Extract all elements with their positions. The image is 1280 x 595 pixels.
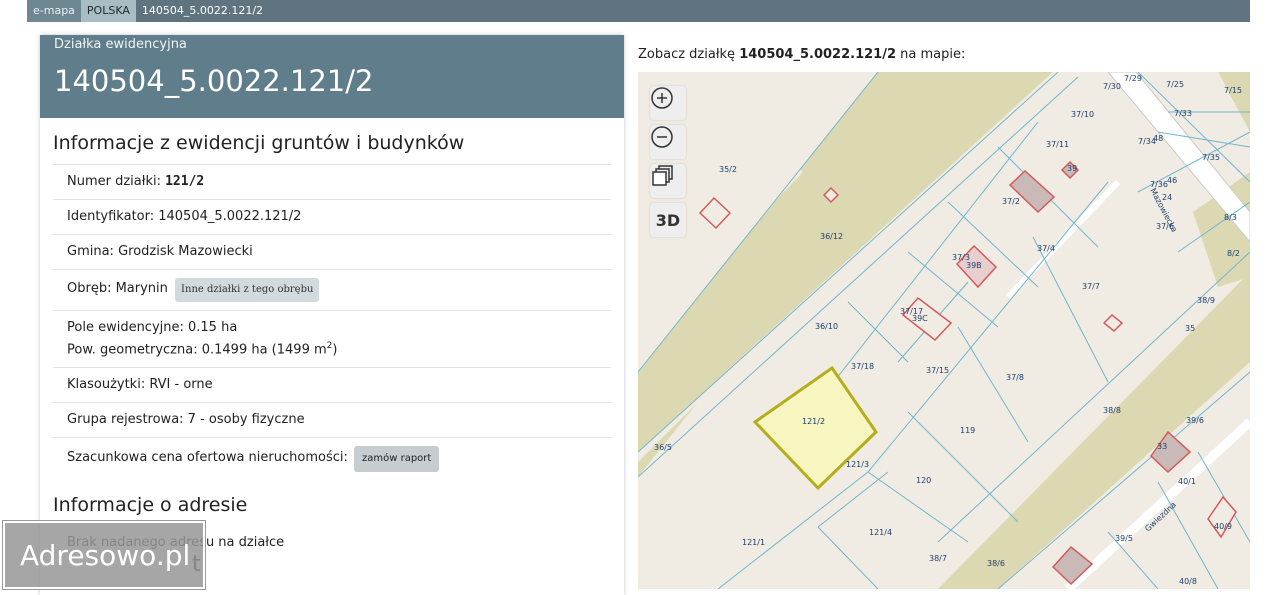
page-title: 140504_5.0022.121/2	[54, 64, 374, 98]
zoom-in-button[interactable]	[650, 86, 686, 120]
map-label: 7/15	[1224, 86, 1242, 95]
pole-text: Pole ewidencyjne: 0.15 ha	[67, 320, 238, 335]
map-label: 121/3	[846, 460, 869, 469]
map-label: 37/8	[1006, 373, 1024, 382]
map-label: 37/4	[1037, 244, 1055, 253]
map-label: 35	[1185, 324, 1195, 333]
map-caption: Zobacz działkę 140504_5.0022.121/2 na ma…	[638, 47, 965, 62]
cena-label: Szacunkowa cena ofertowa nieruchomości:	[67, 450, 348, 466]
section-title-adres: Informacje o adresie	[53, 494, 248, 517]
layers-icon	[652, 165, 673, 186]
breadcrumb-polska[interactable]: POLSKA	[80, 0, 136, 22]
map-caption-id: 140504_5.0022.121/2	[739, 47, 897, 62]
map-label: 8/3	[1224, 213, 1237, 222]
order-report-button[interactable]: zamów raport	[354, 446, 440, 473]
numer-value: 121/2	[165, 174, 205, 189]
map-label: 40/9	[1214, 522, 1232, 531]
row-klasouzytki: Klasoużytki: RVI - orne	[53, 367, 611, 402]
panel-header-subtitle: Działka ewidencyjna	[54, 37, 187, 52]
zoom-out-icon	[651, 126, 673, 148]
map-label: 35/2	[719, 165, 737, 174]
other-parcels-button[interactable]: Inne działki z tego obrębu	[175, 278, 320, 302]
map-label: 48	[1153, 134, 1163, 143]
map-label: 39/6	[1186, 416, 1204, 425]
pow-prefix: Pow. geometryczna: 0.1499 ha (1499 m	[67, 342, 327, 358]
map-label: 119	[960, 426, 975, 435]
map-label: 8/2	[1227, 249, 1240, 258]
zoom-out-button[interactable]	[650, 125, 686, 159]
map-label: 40/8	[1179, 577, 1197, 586]
breadcrumb-parcel-id: 140504_5.0022.121/2	[141, 4, 264, 17]
selected-parcel-121-2[interactable]	[752, 365, 878, 491]
row-powierzchnia: Pole ewidencyjne: 0.15 ha Pow. geometryc…	[53, 310, 611, 367]
row-numer-dzialki: Numer działki: 121/2	[53, 164, 611, 199]
map-label: 36/12	[820, 232, 843, 241]
top-breadcrumb-bar: e-mapa POLSKA 140504_5.0022.121/2	[0, 0, 1280, 22]
view-3d-button[interactable]: 3D	[650, 203, 686, 237]
map-label: 38/6	[987, 559, 1005, 568]
map-label: 37/11	[1046, 140, 1069, 149]
breadcrumb-emapa[interactable]: e-mapa	[27, 0, 81, 22]
klasouzytki-text: Klasoużytki: RVI - orne	[67, 377, 213, 393]
numer-label: Numer działki:	[67, 174, 166, 189]
layers-button[interactable]	[650, 164, 686, 198]
map-caption-prefix: Zobacz działkę	[638, 47, 740, 62]
adresowo-watermark: Adresowo.pl	[3, 521, 205, 589]
map-label: 7/35	[1202, 153, 1220, 162]
map-label: 37/2	[1002, 197, 1020, 206]
map-caption-suffix: na mapie:	[896, 47, 966, 62]
panel-header: Działka ewidencyjna 140504_5.0022.121/2	[40, 35, 624, 118]
map-label: 39/5	[1115, 534, 1133, 543]
map-label: 120	[916, 476, 931, 485]
map-canvas[interactable]: 35/2 36/12 36/10 36/5 37/18 37/15 37/17 …	[638, 72, 1250, 589]
map-label: 39B	[966, 261, 982, 270]
map-label: 40/1	[1178, 477, 1196, 486]
row-identyfikator: Identyfikator: 140504_5.0022.121/2	[53, 199, 611, 234]
map-label: 7/30	[1103, 82, 1121, 91]
map-label: 37/7	[1082, 282, 1100, 291]
pow-suffix: )	[332, 342, 338, 358]
map-label: 38/7	[929, 554, 947, 563]
row-grupa: Grupa rejestrowa: 7 - osoby fizyczne	[53, 402, 611, 437]
map-label: 46	[1167, 176, 1177, 185]
row-cena: Szacunkowa cena ofertowa nieruchomości: …	[53, 437, 611, 480]
map-label: 39	[1067, 164, 1077, 173]
gmina-text: Gmina: Grodzisk Mazowiecki	[67, 244, 253, 259]
map-label: 36/5	[654, 443, 672, 452]
row-obreb: Obręb: Marynin Inne działki z tego obręb…	[53, 269, 611, 310]
breadcrumb: e-mapa POLSKA 140504_5.0022.121/2	[27, 0, 1250, 22]
map-label: 121/2	[802, 417, 825, 426]
map-label: 37/10	[1071, 110, 1094, 119]
map-label: 33	[1157, 442, 1167, 451]
map-label: 7/25	[1166, 80, 1184, 89]
field-band-lower	[938, 272, 1250, 589]
zoom-in-icon	[651, 87, 673, 109]
map-label: 121/4	[869, 528, 892, 537]
map-label: 37/18	[851, 362, 874, 371]
row-gmina: Gmina: Grodzisk Mazowiecki	[53, 234, 611, 269]
parcel-map[interactable]: 35/2 36/12 36/10 36/5 37/18 37/15 37/17 …	[638, 72, 1250, 589]
parcel-info-panel: Działka ewidencyjna 140504_5.0022.121/2 …	[40, 35, 624, 595]
map-label: 39C	[912, 314, 928, 323]
map-label: 7/29	[1124, 74, 1142, 83]
identyfikator-text: Identyfikator: 140504_5.0022.121/2	[67, 209, 302, 224]
map-label: 38/9	[1197, 296, 1215, 305]
pow-geometryczna: Pow. geometryczna: 0.1499 ha (1499 m2)	[67, 337, 597, 359]
obreb-text: Obręb: Marynin	[67, 281, 168, 296]
grupa-text: Grupa rejestrowa: 7 - osoby fizyczne	[67, 412, 305, 428]
map-label: 7/33	[1174, 109, 1192, 118]
map-label: 36/10	[815, 322, 838, 331]
map-label: 38/8	[1103, 406, 1121, 415]
map-label: 37/15	[926, 366, 949, 375]
section-title-ewidencja: Informacje z ewidencji gruntów i budynkó…	[53, 132, 465, 154]
map-label: 121/1	[742, 538, 765, 547]
